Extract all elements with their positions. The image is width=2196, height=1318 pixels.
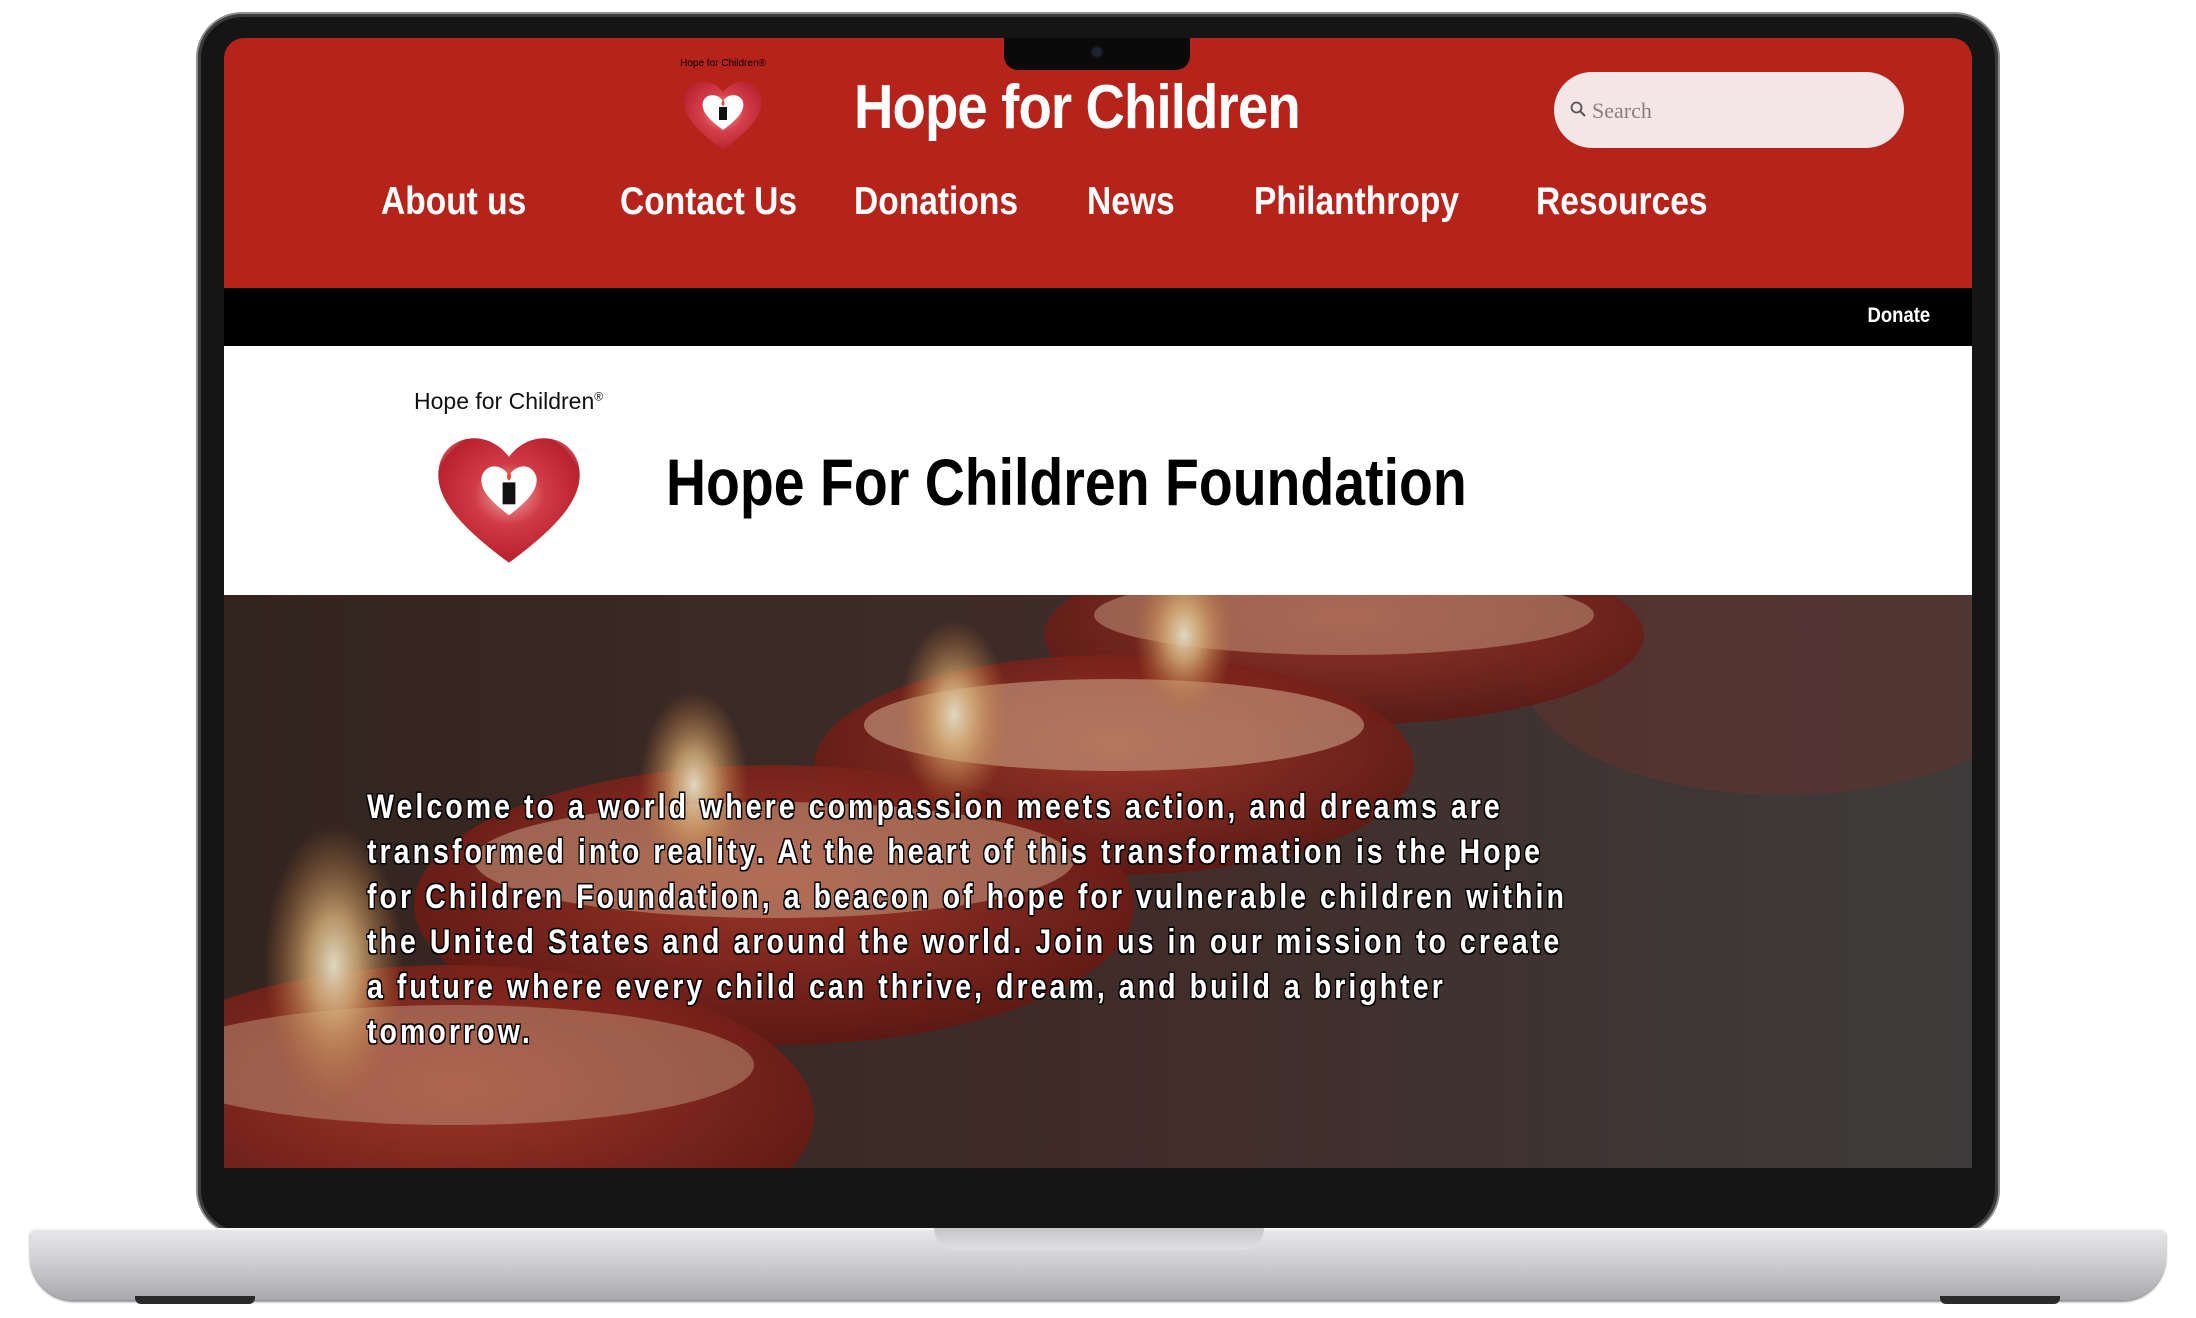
nav-about-us[interactable]: About us	[381, 180, 526, 224]
laptop-hinge-notch	[934, 1228, 1264, 1250]
search-box[interactable]	[1554, 72, 1904, 148]
header-logo[interactable]: Hope for Children®	[671, 58, 775, 168]
browser-viewport: Hope for Children® Hope for Children Sea…	[224, 38, 1972, 1168]
site-header: Hope for Children® Hope for Children Sea…	[224, 38, 1972, 288]
band-logo-caption: Hope for Children®	[414, 388, 604, 414]
hero-banner: Welcome to a world where compassion meet…	[224, 595, 1972, 1168]
search-input[interactable]	[1590, 92, 1884, 130]
laptop-foot-left	[135, 1296, 255, 1304]
nav-news[interactable]: News	[1087, 180, 1175, 224]
camera-icon	[1092, 47, 1102, 57]
camera-notch	[1004, 38, 1190, 70]
nav-contact-us[interactable]: Contact Us	[620, 180, 797, 224]
registered-mark: ®	[594, 389, 604, 404]
donate-link[interactable]: Donate	[1867, 304, 1930, 328]
nav-donations[interactable]: Donations	[854, 180, 1018, 224]
laptop-foot-right	[1940, 1296, 2060, 1304]
hero-welcome-text: Welcome to a world where compassion meet…	[367, 788, 1567, 1051]
header-logo-caption: Hope for Children®	[680, 58, 766, 69]
heart-candle-icon	[438, 438, 580, 563]
nav-philanthropy[interactable]: Philanthropy	[1254, 180, 1459, 224]
foundation-title: Hope For Children Foundation	[666, 445, 1467, 519]
laptop-base	[30, 1228, 2166, 1300]
utility-bar: Donate	[224, 288, 1972, 346]
brand-band: Hope for Children® Hope For Children Fou…	[224, 346, 1972, 595]
heart-candle-icon	[684, 81, 762, 150]
search-icon	[1570, 101, 1586, 117]
site-title[interactable]: Hope for Children	[854, 72, 1301, 143]
nav-resources[interactable]: Resources	[1536, 180, 1708, 224]
